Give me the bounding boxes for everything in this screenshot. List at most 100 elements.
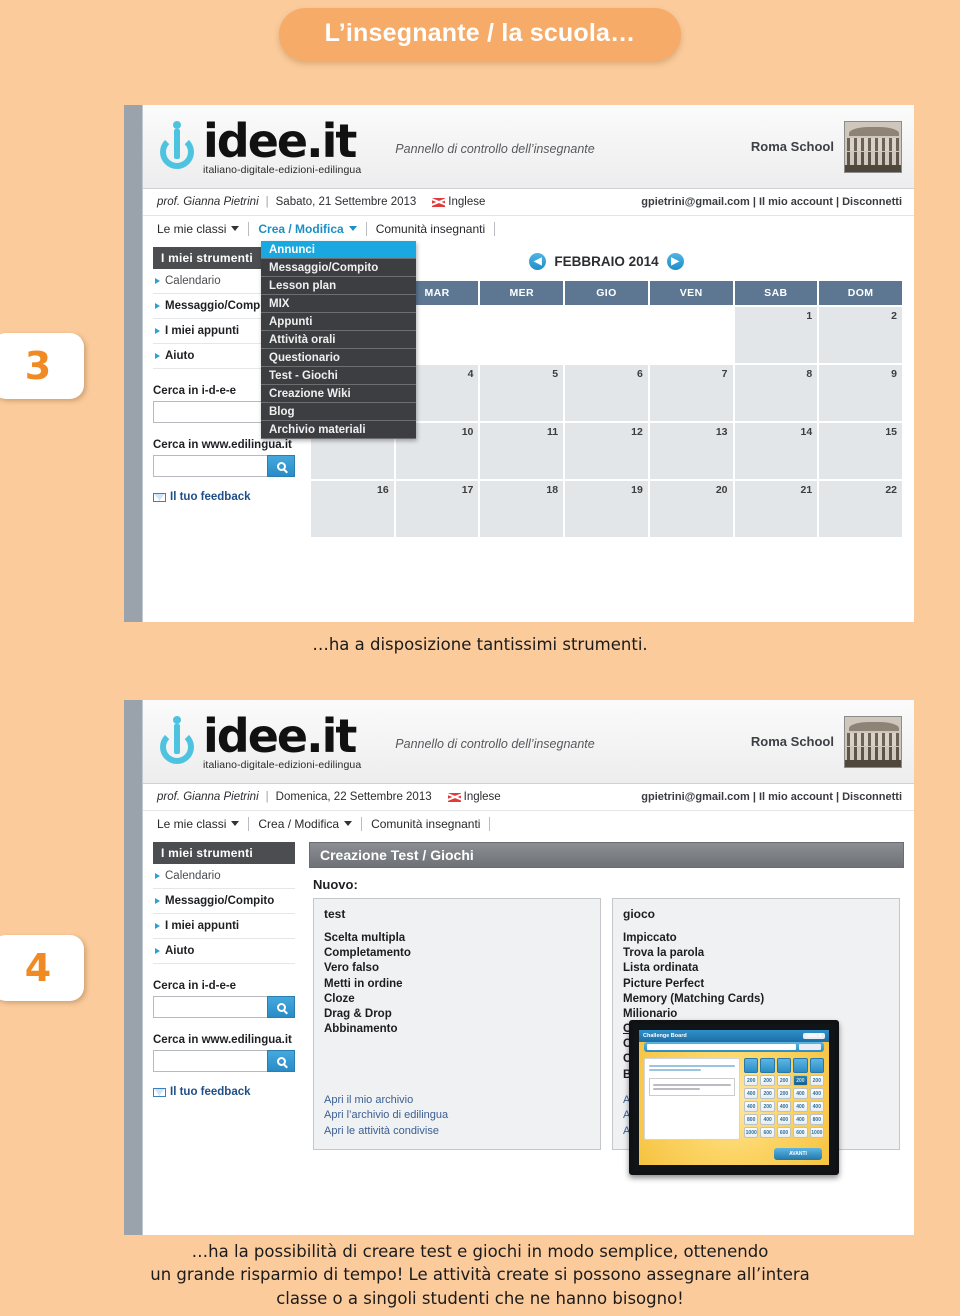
calendar-cell[interactable]: 22 [817,479,904,539]
link-apri-attivita-condivise[interactable]: Apri le attività condivise [324,1124,590,1140]
feedback-link[interactable]: Il tuo feedback [153,491,295,503]
points-cell[interactable]: 600 [776,1127,792,1138]
points-cell[interactable]: 200 [760,1088,775,1099]
sidebar-item-aiuto[interactable]: Aiuto [153,939,295,964]
points-cell[interactable]: 400 [793,1101,808,1112]
points-cell[interactable]: 1000 [809,1127,825,1138]
search-edilingua-input[interactable] [153,1050,267,1072]
points-cell[interactable]: 200 [776,1088,792,1099]
calendar-cell[interactable]: 7 [647,363,735,423]
calendar-cell[interactable]: 21 [732,479,820,539]
list-item[interactable]: Abbinamento [324,1022,590,1037]
feedback-link[interactable]: Il tuo feedback [153,1086,295,1098]
points-cell[interactable]: 400 [760,1114,775,1125]
nav-comunita-insegnanti[interactable]: Comunità insegnanti [371,817,489,831]
calendar-cell[interactable]: 2 [817,305,904,365]
dropdown-item-test-giochi[interactable]: Test - Giochi [261,367,416,385]
calendar-cell[interactable]: 19 [563,479,650,539]
points-cell[interactable]: 400 [744,1088,759,1099]
calendar-cell[interactable]: 20 [647,479,735,539]
points-cell[interactable]: 400 [793,1114,808,1125]
sidebar-item-calendario[interactable]: Calendario [153,864,295,889]
crea-modifica-dropdown[interactable]: Annunci Messaggio/Compito Lesson plan MI… [261,241,416,439]
sidebar-item-messaggio-compito[interactable]: Messaggio/Compito [153,889,295,914]
dropdown-item-messaggio-compito[interactable]: Messaggio/Compito [261,259,416,277]
points-cell[interactable]: 800 [744,1114,759,1125]
link-apri-archivio-edilingua[interactable]: Apri l’archivio di edilingua [324,1108,590,1124]
nav-le-mie-classi[interactable]: Le mie classi [157,817,248,831]
list-item[interactable]: Memory (Matching Cards) [623,992,889,1007]
dropdown-item-mix[interactable]: MIX [261,295,416,313]
points-cell[interactable]: 400 [776,1101,792,1112]
dropdown-item-blog[interactable]: Blog [261,403,416,421]
challenge-board-field[interactable] [647,1044,796,1050]
calendar-cell[interactable]: 18 [478,479,566,539]
nav-crea-modifica[interactable]: Crea / Modifica [258,817,361,831]
calendar-cell[interactable] [647,305,735,365]
account-links[interactable]: gpietrini@gmail.com | Il mio account | D… [641,791,902,803]
points-cell[interactable]: 200 [809,1075,825,1086]
challenge-board-ok-button[interactable] [799,1044,821,1050]
dropdown-item-annunci[interactable]: Annunci [261,241,416,259]
search-edilingua-input[interactable] [153,455,267,477]
nav-comunita-insegnanti[interactable]: Comunità insegnanti [376,222,494,236]
points-cell[interactable]: 1000 [744,1127,759,1138]
list-item[interactable]: Impiccato [623,931,889,946]
list-item[interactable]: Vero falso [324,961,590,976]
calendar-prev-button[interactable]: ◀ [529,253,547,270]
list-item[interactable]: Scelta multipla [324,931,590,946]
link-apri-mio-archivio[interactable]: Apri il mio archivio [324,1093,590,1109]
search-button[interactable] [267,1050,295,1072]
sidebar-item-i-miei-appunti[interactable]: I miei appunti [153,914,295,939]
calendar-cell[interactable]: 6 [563,363,650,423]
calendar-cell[interactable]: 9 [817,363,904,423]
points-cell[interactable]: 400 [809,1101,825,1112]
calendar-cell[interactable]: 1 [732,305,820,365]
points-cell[interactable]: 200 [744,1075,759,1086]
dropdown-item-lesson-plan[interactable]: Lesson plan [261,277,416,295]
calendar-cell[interactable]: 15 [817,421,904,481]
calendar-cell[interactable] [563,305,650,365]
points-cell[interactable]: 400 [793,1088,808,1099]
points-cell[interactable]: 600 [793,1127,808,1138]
dropdown-item-questionario[interactable]: Questionario [261,349,416,367]
list-item[interactable]: Metti in ordine [324,977,590,992]
calendar-cell[interactable]: 8 [732,363,820,423]
calendar-cell[interactable]: 13 [647,421,735,481]
dropdown-item-appunti[interactable]: Appunti [261,313,416,331]
nav-le-mie-classi[interactable]: Le mie classi [157,222,248,236]
list-item[interactable]: Picture Perfect [623,977,889,992]
search-idee-input[interactable] [153,996,267,1018]
list-item[interactable]: Trova la parola [623,946,889,961]
points-cell[interactable]: 400 [809,1088,825,1099]
calendar-cell[interactable]: 5 [478,363,566,423]
calendar-cell[interactable]: 14 [732,421,820,481]
list-item[interactable]: Cloze [324,992,590,1007]
calendar-cell[interactable]: 17 [393,479,481,539]
search-button[interactable] [267,996,295,1018]
points-cell[interactable]: 200 [776,1075,792,1086]
calendar-cell[interactable]: 11 [478,421,566,481]
account-links[interactable]: gpietrini@gmail.com | Il mio account | D… [641,196,902,208]
nav-crea-modifica[interactable]: Crea / Modifica [258,222,365,236]
list-item[interactable]: Drag & Drop [324,1007,590,1022]
points-cell[interactable]: 200 [793,1075,808,1086]
calendar-cell[interactable]: 12 [563,421,650,481]
dropdown-item-archivio-materiali[interactable]: Archivio materiali [261,421,416,439]
challenge-board-points-row: 400 200 200 400 400 [744,1088,825,1099]
calendar-next-button[interactable]: ▶ [666,253,684,270]
list-item[interactable]: Lista ordinata [623,961,889,976]
dropdown-item-attivita-orali[interactable]: Attività orali [261,331,416,349]
points-cell[interactable]: 400 [744,1101,759,1112]
points-cell[interactable]: 400 [776,1114,792,1125]
search-button[interactable] [267,455,295,477]
calendar-cell[interactable]: 16 [309,479,396,539]
calendar-cell[interactable] [478,305,566,365]
points-cell[interactable]: 200 [760,1101,775,1112]
list-item[interactable]: Completamento [324,946,590,961]
challenge-board-next-button[interactable]: AVANTI [774,1148,822,1160]
points-cell[interactable]: 600 [760,1127,775,1138]
points-cell[interactable]: 200 [760,1075,775,1086]
points-cell[interactable]: 800 [809,1114,825,1125]
dropdown-item-creazione-wiki[interactable]: Creazione Wiki [261,385,416,403]
